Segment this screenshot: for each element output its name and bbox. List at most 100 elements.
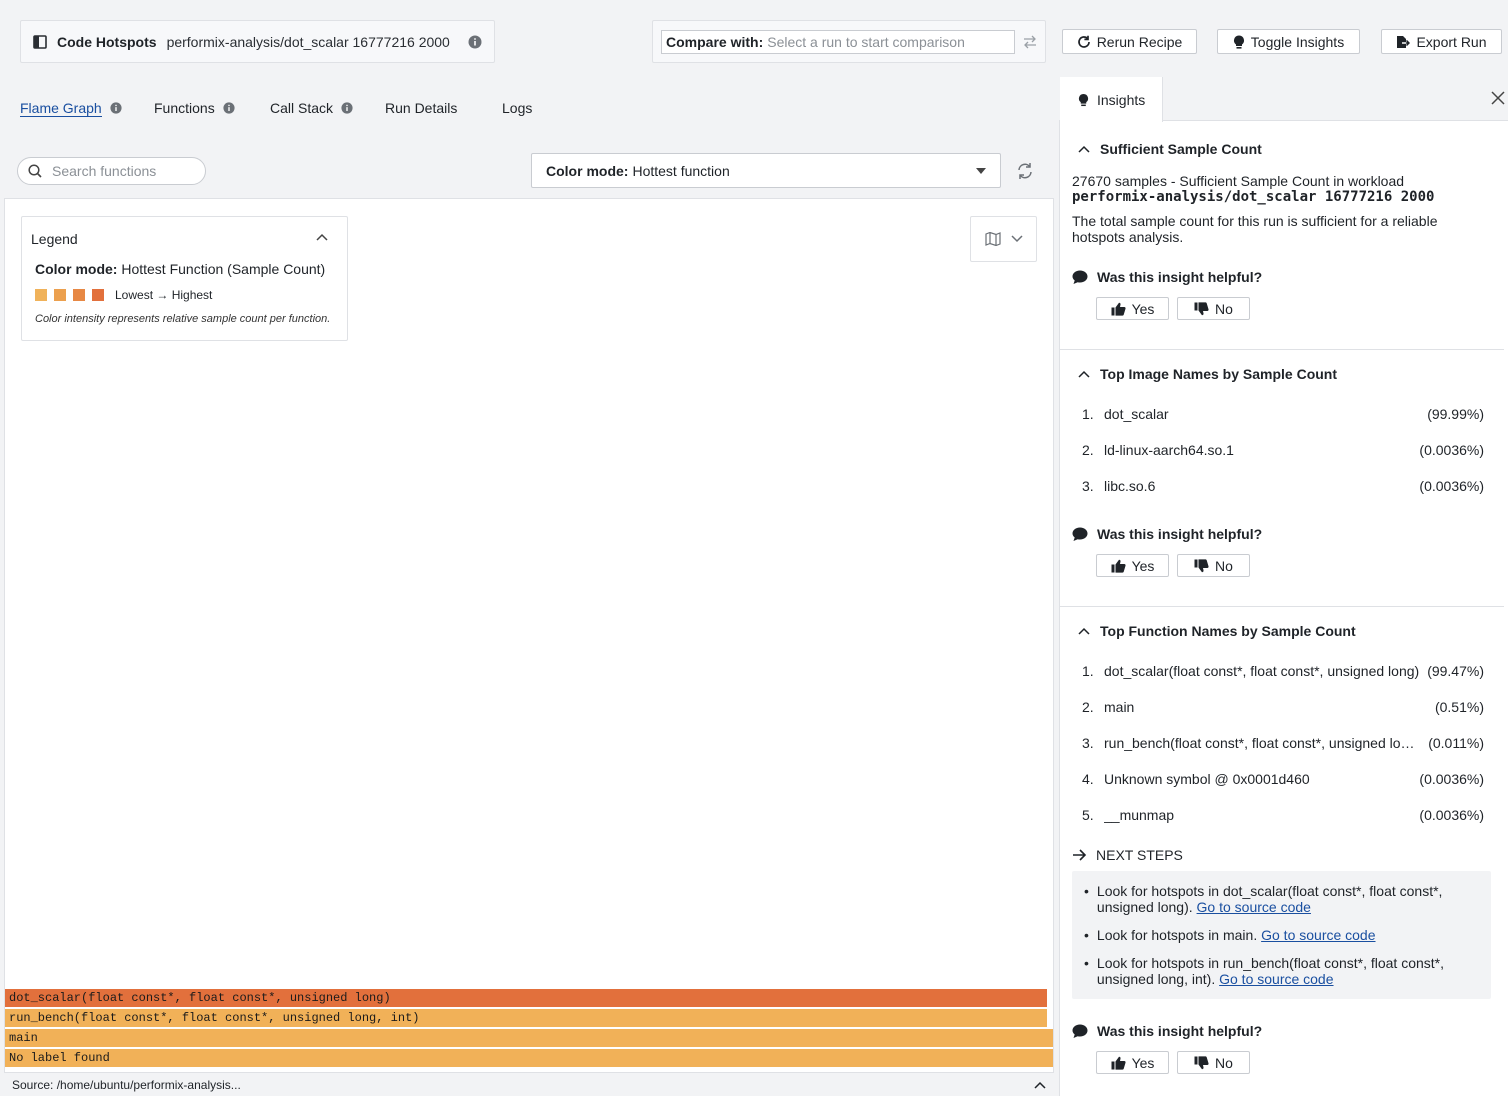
compare-select[interactable]: Compare with: Select a run to start comp…	[661, 29, 1015, 54]
sample-count-header[interactable]: Sufficient Sample Count	[1078, 141, 1262, 157]
run-title-card: Code Hotspots performix-analysis/dot_sca…	[20, 20, 495, 63]
info-icon[interactable]	[341, 102, 353, 114]
color-mode-label: Color mode:	[546, 162, 629, 179]
reset-zoom-icon[interactable]	[1015, 161, 1035, 181]
bullet: •	[1084, 955, 1089, 971]
no-label: No	[1215, 300, 1233, 317]
next-step-text: Look for hotspots in main.	[1096, 927, 1258, 943]
feedback-label: Was this insight helpful?	[1097, 269, 1263, 285]
rank-percent: (0.0036%)	[1419, 442, 1484, 458]
flame-frame[interactable]: run_bench(float const*, float const*, un…	[5, 1009, 1047, 1028]
rerun-label: Rerun Recipe	[1096, 33, 1183, 50]
minimap-toggle[interactable]	[970, 216, 1037, 262]
list-item: 4. Unknown symbol @ 0x0001d460 (0.0036%)	[1082, 771, 1484, 787]
yes-button[interactable]: Yes	[1096, 554, 1169, 577]
speech-bubble-icon	[1072, 527, 1088, 542]
sample-workload: performix-analysis/dot_scalar 16777216 2…	[1072, 189, 1435, 205]
tab-run-details[interactable]: Run Details	[385, 98, 457, 118]
tab-functions[interactable]: Functions	[154, 98, 235, 118]
info-icon[interactable]	[468, 35, 482, 49]
legend-swatch	[92, 289, 104, 301]
rank-percent: (0.011%)	[1428, 735, 1484, 751]
yes-button[interactable]: Yes	[1096, 1051, 1169, 1074]
go-to-source-link[interactable]: Go to source code	[1197, 899, 1311, 915]
search-icon	[28, 164, 42, 178]
no-button[interactable]: No	[1177, 554, 1250, 577]
caret-down-icon	[976, 167, 986, 174]
refresh-icon	[1077, 35, 1091, 49]
insights-tab-label: Insights	[1097, 91, 1146, 108]
chevron-up-icon[interactable]	[316, 233, 328, 241]
legend-scale: Lowest → Highest	[35, 288, 212, 302]
thumbs-down-icon	[1194, 558, 1209, 573]
export-icon	[1396, 35, 1411, 49]
rank-name: run_bench(float const*, float const*, un…	[1104, 735, 1429, 751]
rank-name: main	[1104, 699, 1135, 715]
info-icon[interactable]	[223, 102, 235, 114]
sample-body: The total sample count for this run is s…	[1072, 213, 1438, 245]
search-input[interactable]	[50, 162, 190, 180]
chevron-up-icon[interactable]	[1034, 1081, 1046, 1089]
rank-number: 1.	[1082, 406, 1094, 422]
chevron-up-icon	[1078, 370, 1090, 378]
list-item: 2. main (0.51%)	[1082, 699, 1484, 715]
info-icon[interactable]	[110, 102, 122, 114]
close-icon[interactable]	[1491, 91, 1505, 105]
flame-frame[interactable]: main	[5, 1029, 1053, 1048]
tab-flame-graph[interactable]: Flame Graph	[20, 98, 122, 118]
speech-bubble-icon	[1072, 270, 1088, 285]
chevron-down-icon	[1010, 235, 1023, 243]
tab-logs[interactable]: Logs	[502, 98, 532, 118]
legend-mode: Color mode: Hottest Function (Sample Cou…	[35, 261, 325, 277]
export-run-button[interactable]: Export Run	[1381, 29, 1502, 54]
legend-swatch	[35, 289, 47, 301]
lightbulb-icon	[1078, 93, 1089, 107]
rerun-recipe-button[interactable]: Rerun Recipe	[1062, 29, 1197, 54]
search-box[interactable]	[17, 157, 206, 185]
list-item: 3. run_bench(float const*, float const*,…	[1082, 735, 1484, 751]
go-to-source-link[interactable]: Go to source code	[1261, 927, 1375, 943]
rank-name: dot_scalar(float const*, float const*, u…	[1104, 663, 1420, 679]
top-images-header[interactable]: Top Image Names by Sample Count	[1078, 366, 1337, 382]
legend-range: Lowest → Highest	[115, 288, 213, 302]
export-label: Export Run	[1416, 33, 1487, 50]
legend-swatch	[54, 289, 66, 301]
rank-number: 1.	[1082, 663, 1094, 679]
tab-insights[interactable]: Insights	[1060, 77, 1163, 122]
top-images-title: Top Image Names by Sample Count	[1100, 366, 1338, 382]
next-step-item: • Look for hotspots in run_bench(float c…	[1084, 955, 1480, 987]
flame-frame[interactable]: dot_scalar(float const*, float const*, u…	[5, 989, 1047, 1008]
thumbs-down-icon	[1194, 301, 1209, 316]
tab-label: Call Stack	[270, 100, 334, 116]
yes-label: Yes	[1131, 1054, 1155, 1071]
list-item: 1. dot_scalar (99.99%)	[1082, 406, 1484, 422]
rank-name: __munmap	[1104, 807, 1175, 823]
color-mode-select[interactable]: Color mode: Hottest function	[531, 153, 1001, 188]
top-functions-title: Top Function Names by Sample Count	[1100, 623, 1356, 639]
yes-button[interactable]: Yes	[1096, 297, 1169, 320]
rank-number: 2.	[1082, 699, 1094, 715]
swap-icon[interactable]	[1023, 35, 1037, 49]
next-step-item: • Look for hotspots in main. Go to sourc…	[1084, 927, 1480, 943]
no-button[interactable]: No	[1177, 1051, 1250, 1074]
tab-label: Run Details	[385, 100, 458, 116]
yes-label: Yes	[1131, 557, 1155, 574]
tab-label: Logs	[502, 100, 533, 116]
rank-name: libc.so.6	[1104, 478, 1156, 494]
chevron-up-icon	[1078, 627, 1090, 635]
sample-headline: 27670 samples - Sufficient Sample Count …	[1072, 173, 1405, 189]
top-functions-header[interactable]: Top Function Names by Sample Count	[1078, 623, 1356, 639]
rank-number: 3.	[1082, 735, 1094, 751]
compare-placeholder: Select a run to start comparison	[767, 33, 965, 50]
book-icon	[33, 34, 47, 49]
legend-title: Legend	[31, 231, 78, 247]
next-step-item: • Look for hotspots in dot_scalar(float …	[1084, 883, 1480, 915]
tab-call-stack[interactable]: Call Stack	[270, 98, 353, 118]
go-to-source-link[interactable]: Go to source code	[1219, 971, 1333, 987]
section-divider	[1060, 349, 1504, 350]
list-item: 1. dot_scalar(float const*, float const*…	[1082, 663, 1484, 679]
toggle-insights-button[interactable]: Toggle Insights	[1217, 29, 1360, 54]
flame-frame[interactable]: No label found	[5, 1049, 1053, 1068]
no-button[interactable]: No	[1177, 297, 1250, 320]
legend-mode-value: Hottest Function (Sample Count)	[121, 261, 326, 277]
